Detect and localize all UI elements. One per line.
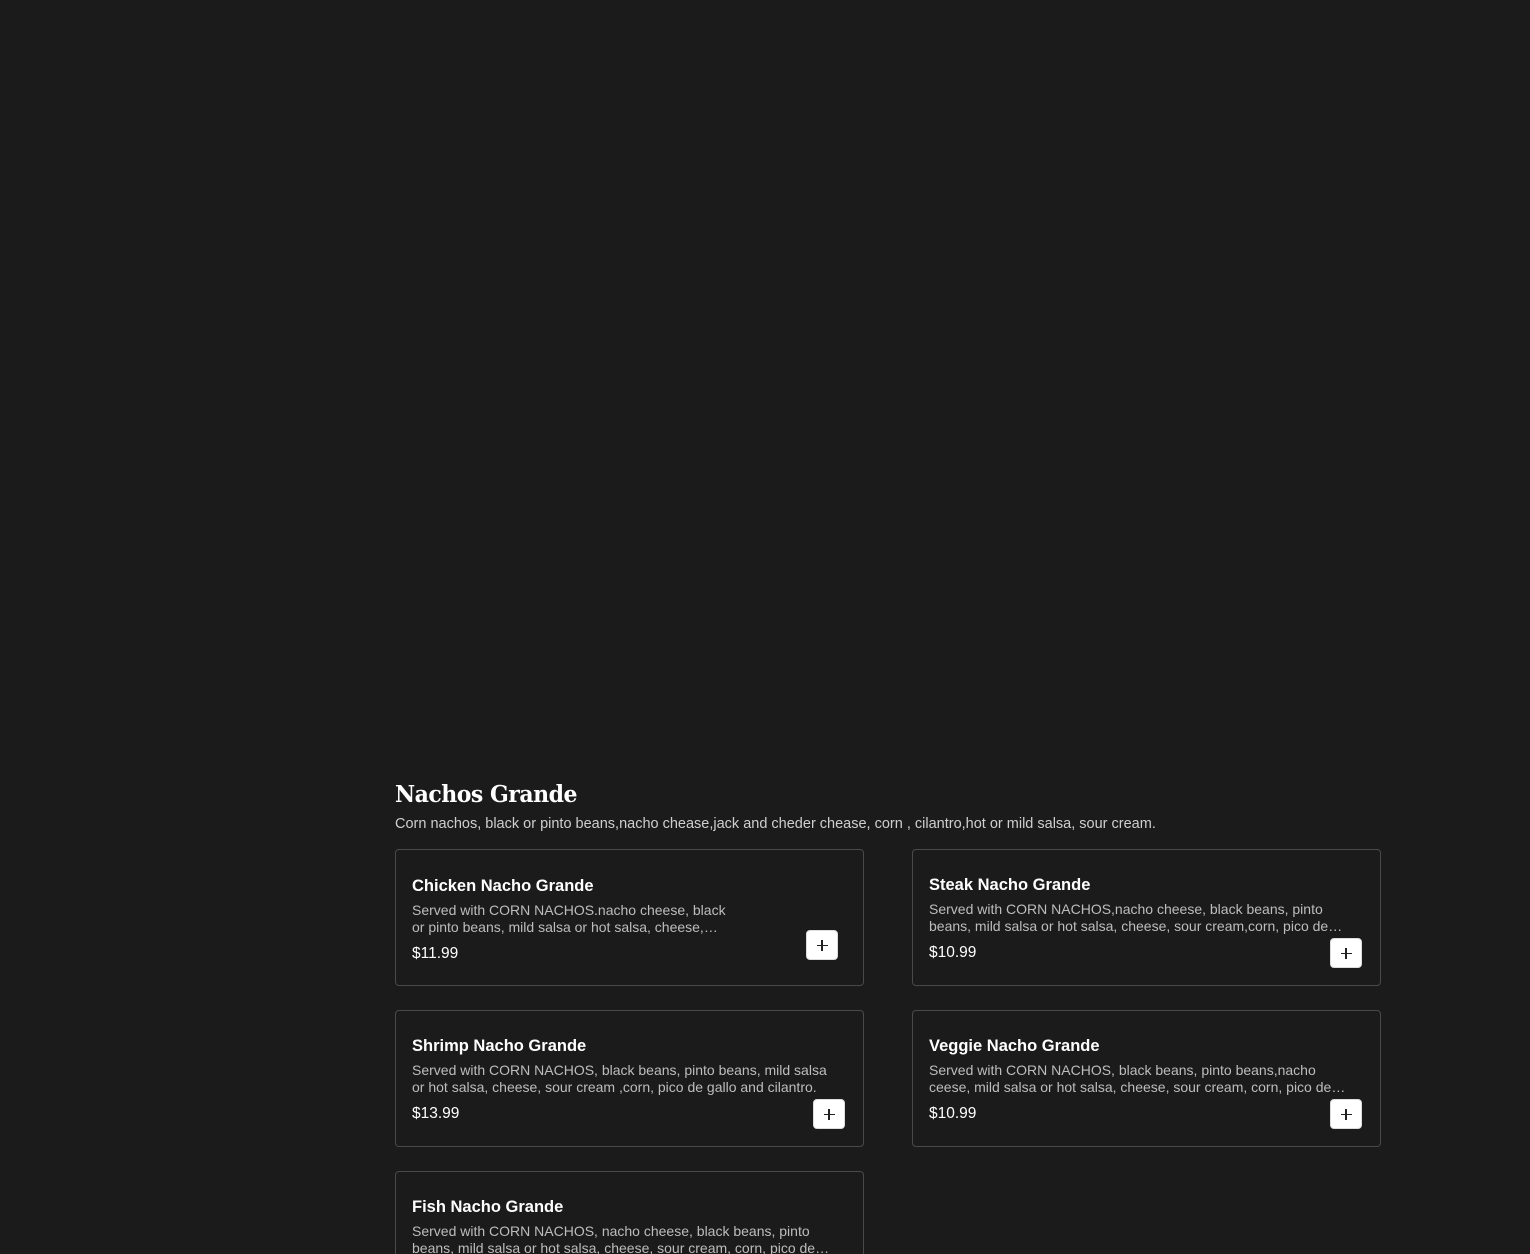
menu-item-price: $13.99 bbox=[412, 1105, 460, 1122]
section-description: Corn nachos, black or pinto beans,nacho … bbox=[395, 816, 1156, 832]
menu-section-nachos-grande: Nachos Grande Corn nachos, black or pint… bbox=[395, 780, 1381, 1254]
menu-item-card-chicken-nacho-grande[interactable]: Chicken Nacho Grande Served with CORN NA… bbox=[395, 849, 864, 986]
menu-item-card-fish-nacho-grande[interactable]: Fish Nacho Grande Served with CORN NACHO… bbox=[395, 1171, 864, 1254]
menu-item-name: Steak Nacho Grande bbox=[929, 876, 1091, 894]
menu-item-price: $11.99 bbox=[412, 945, 459, 962]
menu-item-name: Veggie Nacho Grande bbox=[929, 1037, 1100, 1055]
menu-item-description: Served with CORN NACHOS, black beans, pi… bbox=[929, 1062, 1332, 1095]
menu-item-description: Served with CORN NACHOS,nacho cheese, bl… bbox=[929, 901, 1329, 934]
add-to-cart-button[interactable] bbox=[813, 1099, 845, 1129]
plus-icon bbox=[1340, 1108, 1352, 1120]
add-to-cart-button[interactable] bbox=[1330, 938, 1362, 968]
menu-item-price: $10.99 bbox=[929, 944, 977, 961]
section-title: Nachos Grande bbox=[395, 781, 577, 809]
page: Nachos Grande Corn nachos, black or pint… bbox=[0, 0, 1530, 1254]
plus-icon bbox=[816, 939, 828, 951]
menu-item-name: Chicken Nacho Grande bbox=[412, 877, 594, 895]
menu-item-card-steak-nacho-grande[interactable]: Steak Nacho Grande Served with CORN NACH… bbox=[912, 849, 1381, 986]
menu-item-price: $10.99 bbox=[929, 1105, 977, 1122]
menu-item-name: Fish Nacho Grande bbox=[412, 1198, 564, 1216]
add-to-cart-button[interactable] bbox=[1330, 1099, 1362, 1129]
menu-item-description: Served with CORN NACHOS, black beans, pi… bbox=[412, 1062, 827, 1095]
plus-icon bbox=[1340, 947, 1352, 959]
menu-item-description: Served with CORN NACHOS.nacho cheese, bl… bbox=[412, 902, 726, 935]
menu-item-card-veggie-nacho-grande[interactable]: Veggie Nacho Grande Served with CORN NAC… bbox=[912, 1010, 1381, 1147]
menu-item-card-shrimp-nacho-grande[interactable]: Shrimp Nacho Grande Served with CORN NAC… bbox=[395, 1010, 864, 1147]
add-to-cart-button[interactable] bbox=[806, 930, 838, 960]
menu-item-name: Shrimp Nacho Grande bbox=[412, 1037, 587, 1055]
menu-item-description: Served with CORN NACHOS, nacho cheese, b… bbox=[412, 1223, 816, 1254]
plus-icon bbox=[823, 1108, 835, 1120]
